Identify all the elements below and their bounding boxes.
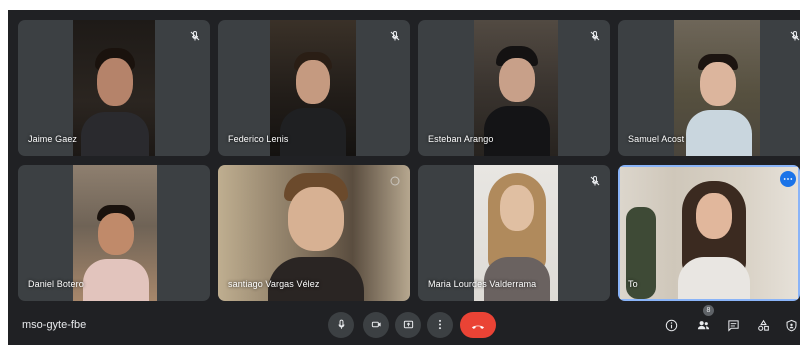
mic-off-icon bbox=[189, 29, 201, 41]
meeting-window: Jaime Gaez Federico Lenis Esteban Arango bbox=[8, 10, 800, 345]
end-call-icon bbox=[471, 318, 485, 333]
mic-off-icon bbox=[589, 174, 601, 186]
people-icon[interactable] bbox=[694, 316, 712, 334]
participant-name: Daniel Botero bbox=[28, 279, 84, 289]
participant-name: To bbox=[628, 279, 638, 289]
participant-name: Samuel Acost bbox=[628, 134, 685, 144]
participant-tile-5[interactable]: Daniel Botero bbox=[18, 165, 210, 301]
more-options-button[interactable] bbox=[427, 312, 453, 338]
participant-name: Maria Lourdes Valderrama bbox=[428, 279, 537, 289]
host-controls-icon[interactable] bbox=[782, 316, 800, 334]
participant-tile-8[interactable]: To bbox=[618, 165, 800, 301]
present-icon bbox=[403, 318, 414, 333]
camera-icon bbox=[371, 318, 382, 333]
mic-icon bbox=[336, 318, 347, 333]
participant-name: santiago Vargas Vélez bbox=[228, 279, 320, 289]
more-options-icon bbox=[438, 318, 442, 333]
mic-off-icon bbox=[389, 29, 401, 41]
participant-name: Jaime Gaez bbox=[28, 134, 78, 144]
more-options-icon[interactable] bbox=[780, 171, 796, 187]
participant-video bbox=[620, 167, 798, 299]
participant-tile-1[interactable]: Jaime Gaez bbox=[18, 20, 210, 156]
chat-icon[interactable] bbox=[724, 316, 742, 334]
participant-video bbox=[73, 20, 155, 156]
participant-tile-2[interactable]: Federico Lenis bbox=[218, 20, 410, 156]
participant-video bbox=[73, 165, 157, 301]
participant-tile-3[interactable]: Esteban Arango bbox=[418, 20, 610, 156]
mic-off-icon bbox=[589, 29, 601, 41]
meeting-code: mso-gyte-fbe bbox=[22, 319, 87, 331]
participant-count-badge: 8 bbox=[703, 305, 714, 316]
end-call-button[interactable] bbox=[460, 312, 496, 338]
participant-tile-6[interactable]: santiago Vargas Vélez bbox=[218, 165, 410, 301]
pin-icon bbox=[389, 174, 401, 186]
info-icon[interactable] bbox=[662, 316, 680, 334]
participant-tile-4[interactable]: Samuel Acost bbox=[618, 20, 800, 156]
participant-name: Esteban Arango bbox=[428, 134, 494, 144]
participant-name: Federico Lenis bbox=[228, 134, 289, 144]
participant-video bbox=[674, 20, 760, 156]
activities-icon[interactable] bbox=[754, 316, 772, 334]
mic-button[interactable] bbox=[328, 312, 354, 338]
present-button[interactable] bbox=[395, 312, 421, 338]
mic-off-icon bbox=[789, 29, 800, 41]
camera-button[interactable] bbox=[363, 312, 389, 338]
participant-tile-7[interactable]: Maria Lourdes Valderrama bbox=[418, 165, 610, 301]
